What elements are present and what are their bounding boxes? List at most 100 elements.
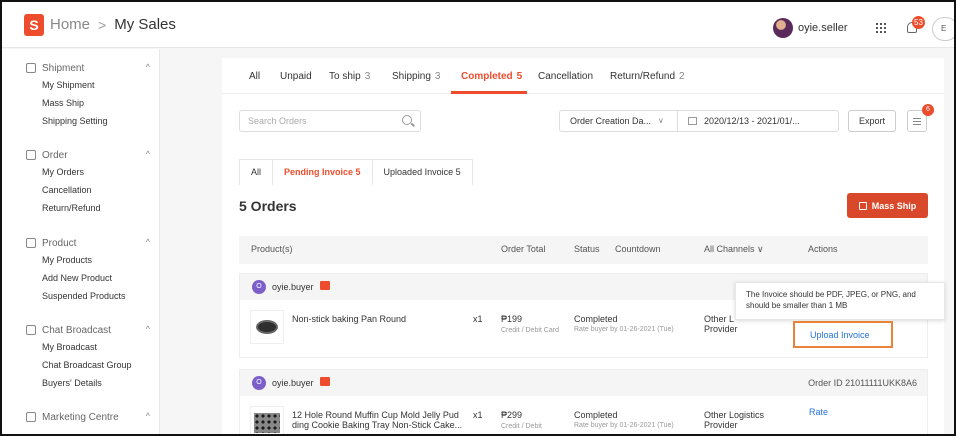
sidebar-item-suspended-products[interactable]: Suspended Products: [42, 291, 126, 301]
tab-completed[interactable]: Completed 5: [461, 71, 522, 82]
col-order-total: Order Total: [501, 244, 546, 254]
sidebar-header-order[interactable]: Order ^: [26, 148, 150, 162]
order-id: Order ID 21011111UKK8A6: [808, 378, 917, 388]
sidebar-item-mass-ship[interactable]: Mass Ship: [42, 98, 84, 108]
sidebar-item-my-orders[interactable]: My Orders: [42, 167, 84, 177]
col-countdown: Countdown: [615, 244, 661, 254]
sidebar-header-shipment[interactable]: Shipment ^: [26, 61, 150, 75]
buyer-name[interactable]: oyie.buyer: [272, 378, 314, 388]
sidebar-item-return-refund[interactable]: Return/Refund: [42, 203, 101, 213]
logistics-provider: Other Logistics Provider: [704, 410, 765, 430]
sidebar-item-my-broadcast[interactable]: My Broadcast: [42, 342, 97, 352]
tab-cancellation[interactable]: Cancellation: [538, 71, 593, 82]
payment-method: Credit / Debit: [501, 423, 542, 430]
export-button[interactable]: Export: [848, 110, 896, 132]
sidebar-item-chat-broadcast-group[interactable]: Chat Broadcast Group: [42, 360, 132, 370]
order-header: O oyie.buyer Order ID 21011111UKK8A6: [240, 370, 927, 396]
invoice-subtabs: All Pending Invoice 5 Uploaded Invoice 5: [239, 159, 473, 185]
order-status-tabs: All Unpaid To ship 3 Shipping 3 Completed 5…: [222, 58, 944, 94]
product-name[interactable]: 12 Hole Round Muffin Cup Mold Jelly Pud d…: [292, 410, 462, 430]
mass-ship-button[interactable]: Mass Ship: [847, 193, 928, 218]
col-products: Product(s): [251, 244, 293, 254]
sidebar-item-buyers-details[interactable]: Buyers' Details: [42, 378, 102, 388]
invoice-tooltip: The Invoice should be PDF, JPEG, or PNG,…: [735, 282, 945, 320]
truck-icon: [26, 63, 36, 73]
chat-icon[interactable]: [320, 377, 330, 386]
col-status: Status: [574, 244, 600, 254]
subtab-pending-invoice[interactable]: Pending Invoice 5: [272, 159, 373, 185]
tag-icon: [26, 412, 36, 422]
tab-unpaid[interactable]: Unpaid: [280, 71, 312, 82]
product-thumbnail[interactable]: [250, 310, 284, 344]
order-total: ₱299: [501, 410, 523, 420]
tab-all[interactable]: All: [249, 71, 260, 82]
shopee-logo[interactable]: S: [24, 13, 44, 36]
apps-grid-icon[interactable]: [876, 23, 886, 33]
date-filter: Order Creation Da... ∨ 2020/12/13 - 2021…: [559, 110, 839, 132]
user-avatar[interactable]: [773, 18, 793, 38]
export-count-badge: 6: [922, 104, 934, 116]
subtab-all[interactable]: All: [239, 159, 274, 185]
order-card: O oyie.buyer Order ID 21011111UKK8A6 12 …: [239, 369, 928, 434]
order-status: Completed: [574, 410, 618, 420]
sidebar-item-shipping-setting[interactable]: Shipping Setting: [42, 116, 108, 126]
app-frame: S Home > My Sales oyie.seller 53 E Shipm…: [0, 0, 956, 436]
sidebar-header-chat-broadcast[interactable]: Chat Broadcast ^: [26, 323, 150, 337]
payment-method: Credit / Debit Card: [501, 327, 559, 334]
username[interactable]: oyie.seller: [798, 22, 848, 34]
orders-count-title: 5 Orders: [239, 198, 297, 214]
order-status: Completed: [574, 314, 618, 324]
upload-invoice-button[interactable]: Upload Invoice: [793, 321, 893, 348]
product-thumbnail[interactable]: [250, 406, 284, 434]
breadcrumb-current: My Sales: [114, 16, 176, 33]
sidebar-header-product[interactable]: Product ^: [26, 236, 150, 250]
tab-to-ship[interactable]: To ship 3: [329, 71, 370, 82]
collapse-caret-icon[interactable]: ^: [146, 237, 150, 247]
sidebar-item-my-shipment[interactable]: My Shipment: [42, 80, 95, 90]
sidebar-item-add-new-product[interactable]: Add New Product: [42, 273, 112, 283]
product-name[interactable]: Non-stick baking Pan Round: [292, 314, 406, 324]
collapse-caret-icon[interactable]: ^: [146, 149, 150, 159]
sidebar-item-my-products[interactable]: My Products: [42, 255, 92, 265]
breadcrumb-separator: >: [98, 16, 107, 33]
product-qty: x1: [473, 410, 483, 420]
collapse-caret-icon[interactable]: ^: [146, 62, 150, 72]
tab-shipping[interactable]: Shipping 3: [392, 71, 440, 82]
collapse-caret-icon[interactable]: ^: [146, 324, 150, 334]
tab-return-refund[interactable]: Return/Refund 2: [610, 71, 685, 82]
collapse-caret-icon[interactable]: ^: [146, 411, 150, 421]
order-total: ₱199: [501, 314, 523, 324]
language-selector[interactable]: E: [932, 17, 954, 41]
pan-image: [256, 320, 278, 334]
rate-deadline: Rate buyer by 01-26-2021 (Tue): [574, 422, 674, 429]
product-qty: x1: [473, 314, 483, 324]
search-orders-input[interactable]: Search Orders: [239, 110, 421, 132]
date-range-picker[interactable]: 2020/12/13 - 2021/01/...: [704, 116, 800, 126]
logistics-provider: Other L Provider: [704, 314, 738, 334]
search-icon[interactable]: [402, 115, 412, 125]
date-type-select[interactable]: Order Creation Da...: [570, 116, 651, 126]
chevron-down-icon[interactable]: ∨: [658, 116, 664, 125]
col-actions: Actions: [808, 244, 838, 254]
buyer-avatar: O: [252, 376, 266, 390]
active-tab-indicator: [451, 91, 527, 94]
broadcast-icon: [26, 325, 36, 335]
box-icon: [26, 238, 36, 248]
buyer-name[interactable]: oyie.buyer: [272, 282, 314, 292]
ship-icon: [858, 201, 867, 210]
orders-card: All Unpaid To ship 3 Shipping 3 Completed 5…: [222, 58, 944, 434]
notification-badge: 53: [912, 16, 925, 29]
subtab-uploaded-invoice[interactable]: Uploaded Invoice 5: [371, 159, 473, 185]
channels-filter[interactable]: All Channels ∨: [704, 244, 764, 255]
clipboard-icon: [26, 150, 36, 160]
buyer-avatar: O: [252, 280, 266, 294]
rate-deadline: Rate buyer by 01-26-2021 (Tue): [574, 326, 674, 333]
chat-icon[interactable]: [320, 281, 330, 290]
sidebar: Shipment ^ My Shipment Mass Ship Shippin…: [2, 49, 160, 434]
breadcrumb-home[interactable]: Home: [50, 16, 90, 33]
sidebar-header-marketing-centre[interactable]: Marketing Centre ^: [26, 410, 150, 424]
rate-link[interactable]: Rate: [809, 407, 828, 417]
orders-table-header: Product(s) Order Total Status Countdown …: [239, 236, 928, 264]
calendar-icon: [688, 117, 697, 125]
sidebar-item-cancellation[interactable]: Cancellation: [42, 185, 92, 195]
